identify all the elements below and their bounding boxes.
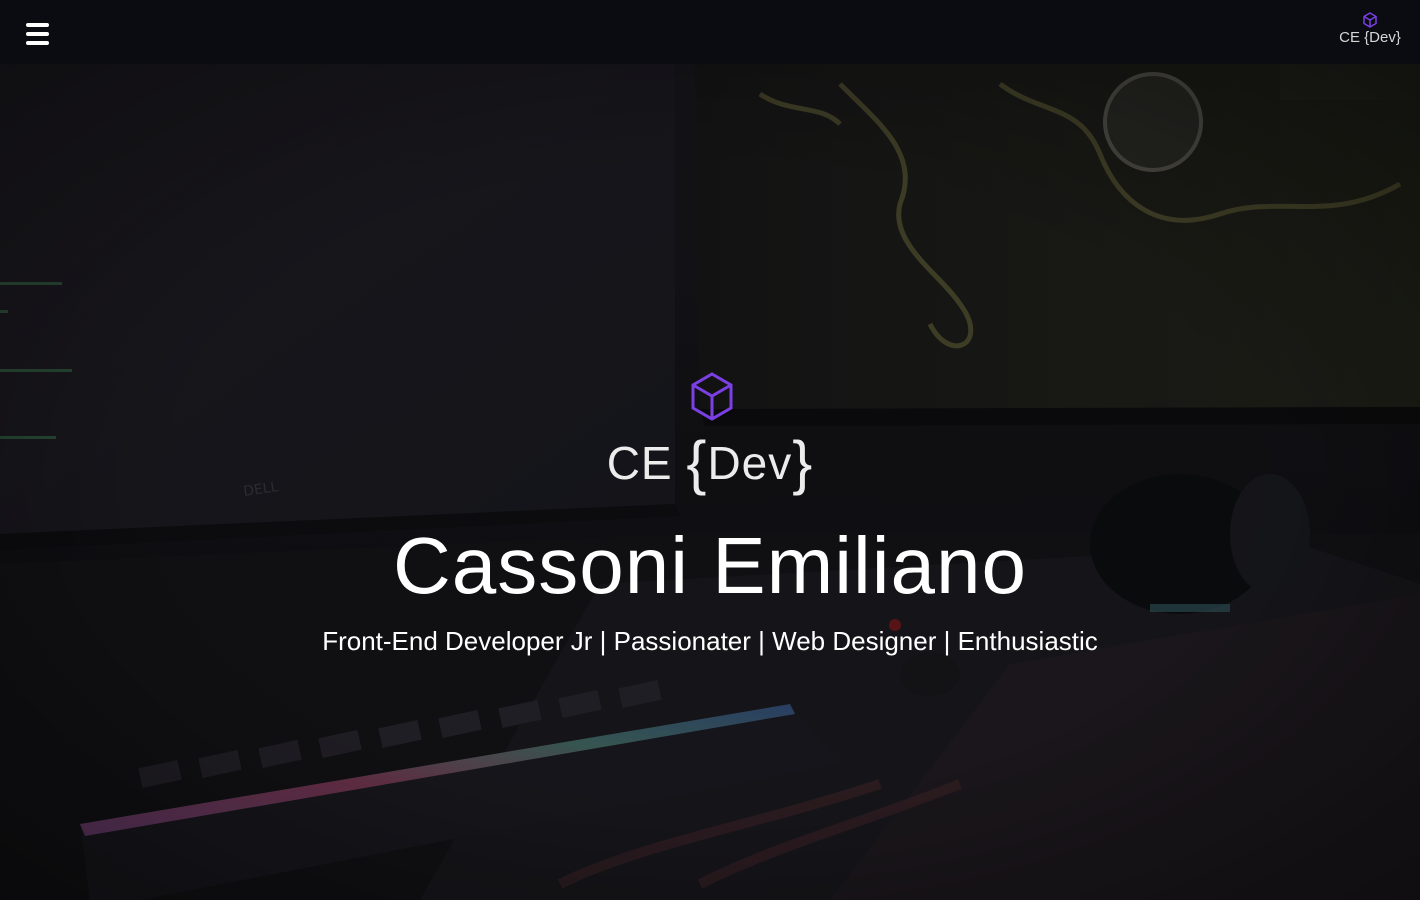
hero-tagline: Front-End Developer Jr | Passionater | W…: [322, 626, 1098, 656]
cube-icon: [1363, 12, 1377, 28]
top-navbar: CE {Dev}: [0, 0, 1420, 64]
hero-logo-word: Dev: [707, 437, 793, 489]
nav-logo-text: CE {Dev}: [1339, 29, 1401, 46]
hero-logo-brace-close: }: [792, 429, 814, 496]
hero-logo-text: CE {Dev}: [0, 428, 1420, 497]
hero-logo-brace-open: {: [686, 429, 708, 496]
hero-section: DELL: [0, 64, 1420, 900]
nav-logo[interactable]: CE {Dev}: [1338, 12, 1402, 52]
hamburger-menu-icon[interactable]: [26, 23, 49, 45]
hero-logo-prefix: CE: [606, 437, 673, 489]
hero-name: Cassoni Emiliano: [392, 521, 1028, 610]
hero-content: CE {Dev} Cassoni Emiliano Front-End Deve…: [0, 64, 1420, 900]
cube-icon: [691, 372, 733, 421]
